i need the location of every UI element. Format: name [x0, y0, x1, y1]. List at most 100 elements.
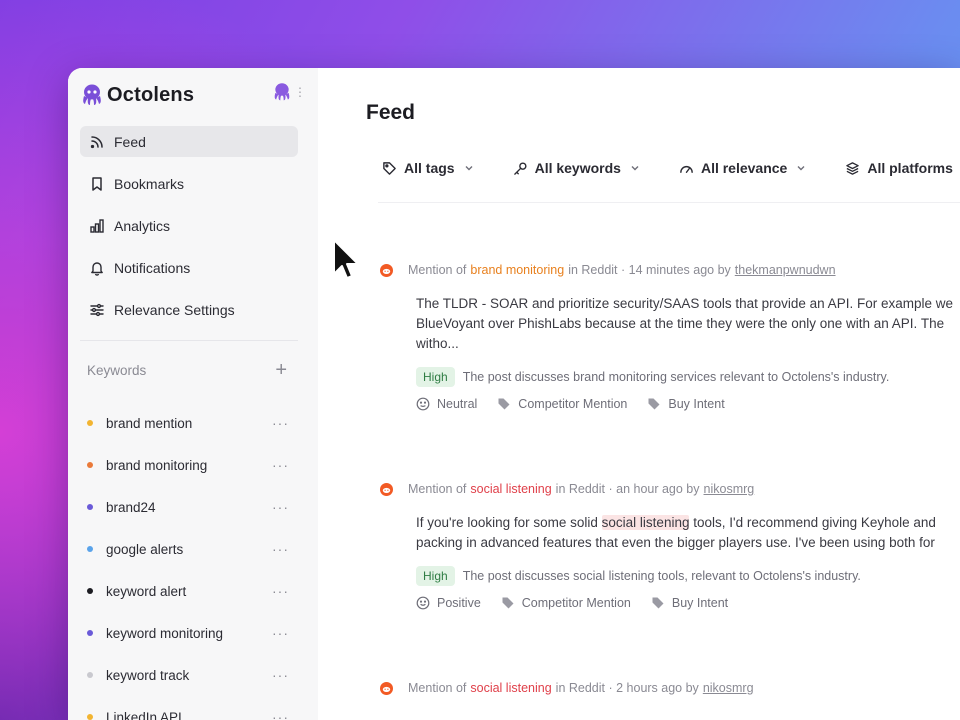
mouse-cursor-icon [333, 239, 359, 279]
post-body: If you're looking for some solid social … [416, 513, 960, 553]
mention-source-time: in Reddit · 14 minutes ago by [568, 263, 731, 277]
post-tag[interactable]: Buy Intent [647, 397, 725, 411]
post-meta: Mention of social listening in Reddit · … [380, 480, 960, 498]
post-text-segment: tools, I'd recommend giving Keyhole and [689, 515, 936, 530]
keywords-header: Keywords + [87, 360, 287, 380]
post-line: BlueVoyant over PhishLabs because at the… [416, 316, 945, 331]
keyword-highlight: social listening [601, 515, 690, 530]
keyword-color-dot [87, 504, 93, 510]
sidebar-item-notifications[interactable]: Notifications [80, 252, 298, 283]
sliders-icon [90, 303, 104, 316]
key-icon [513, 161, 527, 175]
sidebar-item-feed[interactable]: Feed [80, 126, 298, 157]
keyword-label: brand mention [106, 415, 193, 431]
tag-icon [648, 398, 660, 410]
keyword-label: keyword track [106, 667, 190, 683]
filter-platforms[interactable]: All platforms [845, 160, 960, 176]
keyword-label: keyword monitoring [106, 625, 224, 641]
reddit-icon [380, 263, 393, 277]
more-options-icon[interactable]: ··· [272, 709, 289, 720]
keywords-title: Keywords [87, 362, 147, 378]
filter-keywords[interactable]: All keywords [513, 160, 641, 176]
post-tag[interactable]: Buy Intent [651, 596, 728, 610]
filter-tags[interactable]: All tags [382, 160, 475, 176]
keyword-item[interactable]: keyword monitoring ··· [87, 612, 289, 654]
post-tag[interactable]: Competitor Mention [501, 596, 631, 610]
post-author-link[interactable]: nikosmrg [703, 681, 754, 695]
relevance-row: High The post discusses brand monitoring… [416, 367, 960, 387]
account-menu[interactable]: ⋮ [272, 82, 306, 102]
sentiment-tag[interactable]: Neutral [416, 397, 477, 411]
feed-post[interactable]: Mention of social listening in Reddit · … [380, 679, 960, 697]
mention-keyword[interactable]: social listening [470, 681, 551, 695]
tag-icon [498, 398, 510, 410]
filter-relevance[interactable]: All relevance [679, 160, 807, 176]
tag-label: Buy Intent [668, 397, 725, 411]
post-line: If you're looking for some solid social … [416, 513, 960, 533]
feed-post[interactable]: Mention of social listening in Reddit · … [380, 480, 960, 610]
reddit-icon [380, 681, 393, 695]
octopus-logo-icon [83, 84, 101, 105]
more-options-icon[interactable]: ··· [272, 499, 289, 515]
post-author-link[interactable]: nikosmrg [704, 482, 755, 496]
sidebar-item-label: Feed [114, 133, 146, 150]
filter-label: All keywords [534, 160, 621, 176]
tag-icon [652, 597, 664, 609]
keyword-color-dot [87, 588, 93, 594]
keyword-label: keyword alert [106, 583, 187, 599]
rss-icon [90, 135, 103, 148]
post-meta: Mention of social listening in Reddit · … [380, 679, 960, 697]
more-options-icon[interactable]: ··· [272, 457, 289, 473]
sidebar-item-relevance-settings[interactable]: Relevance Settings [80, 294, 298, 325]
sidebar: Octolens ⋮ Feed Bookmarks Analytics Noti… [68, 68, 318, 720]
post-tag[interactable]: Competitor Mention [497, 397, 627, 411]
post-tags: Neutral Competitor Mention Buy Intent [416, 397, 960, 411]
sidebar-item-bookmarks[interactable]: Bookmarks [80, 168, 298, 199]
mention-keyword[interactable]: brand monitoring [470, 263, 564, 277]
keyword-item[interactable]: brand monitoring ··· [87, 444, 289, 486]
more-options-icon[interactable]: ··· [272, 541, 289, 557]
mention-prefix: Mention of [408, 681, 467, 695]
post-tags: Positive Competitor Mention Buy Intent [416, 596, 960, 610]
keyword-item[interactable]: brand mention ··· [87, 402, 289, 444]
layers-icon [846, 161, 860, 175]
more-options-icon[interactable]: ··· [272, 625, 289, 641]
tag-label: Buy Intent [671, 596, 729, 610]
sidebar-item-label: Notifications [114, 259, 191, 276]
filter-divider [378, 202, 960, 203]
tag-label: Competitor Mention [518, 397, 628, 411]
mention-source-time: in Reddit · an hour ago by [555, 482, 700, 496]
post-author-link[interactable]: thekmanpwnudwn [735, 263, 836, 277]
filter-label: All platforms [867, 160, 953, 176]
tag-label: Competitor Mention [521, 596, 631, 610]
more-options-icon[interactable]: ··· [272, 667, 289, 683]
logo[interactable]: Octolens ⋮ [80, 80, 306, 110]
keyword-item[interactable]: google alerts ··· [87, 528, 289, 570]
post-line: packing in advanced features that even t… [416, 535, 935, 550]
sidebar-item-label: Relevance Settings [114, 301, 235, 318]
keyword-item[interactable]: keyword track ··· [87, 654, 289, 696]
keyword-color-dot [87, 420, 93, 426]
sentiment-label: Neutral [437, 397, 478, 411]
keyword-item[interactable]: keyword alert ··· [87, 570, 289, 612]
smiley-icon [416, 397, 430, 411]
app-window: Octolens ⋮ Feed Bookmarks Analytics Noti… [68, 68, 960, 720]
sentiment-label: Positive [437, 596, 481, 610]
keyword-color-dot [87, 546, 93, 552]
post-meta: Mention of brand monitoring in Reddit · … [380, 261, 960, 279]
sidebar-nav: Feed Bookmarks Analytics Notifications R… [80, 126, 298, 336]
more-options-icon[interactable]: ··· [272, 415, 289, 431]
keyword-item[interactable]: LinkedIn API ··· [87, 696, 289, 720]
sentiment-tag[interactable]: Positive [416, 596, 481, 610]
keyword-color-dot [87, 462, 93, 468]
mention-keyword[interactable]: social listening [470, 482, 551, 496]
feed-post[interactable]: Mention of brand monitoring in Reddit · … [380, 261, 960, 411]
add-keyword-button[interactable]: + [275, 360, 287, 380]
sidebar-divider [80, 340, 298, 341]
mention-prefix: Mention of [408, 482, 467, 496]
sidebar-item-analytics[interactable]: Analytics [80, 210, 298, 241]
post-line: witho... [416, 336, 459, 351]
keyword-item[interactable]: brand24 ··· [87, 486, 289, 528]
sidebar-item-label: Analytics [114, 217, 171, 234]
more-options-icon[interactable]: ··· [272, 583, 289, 599]
